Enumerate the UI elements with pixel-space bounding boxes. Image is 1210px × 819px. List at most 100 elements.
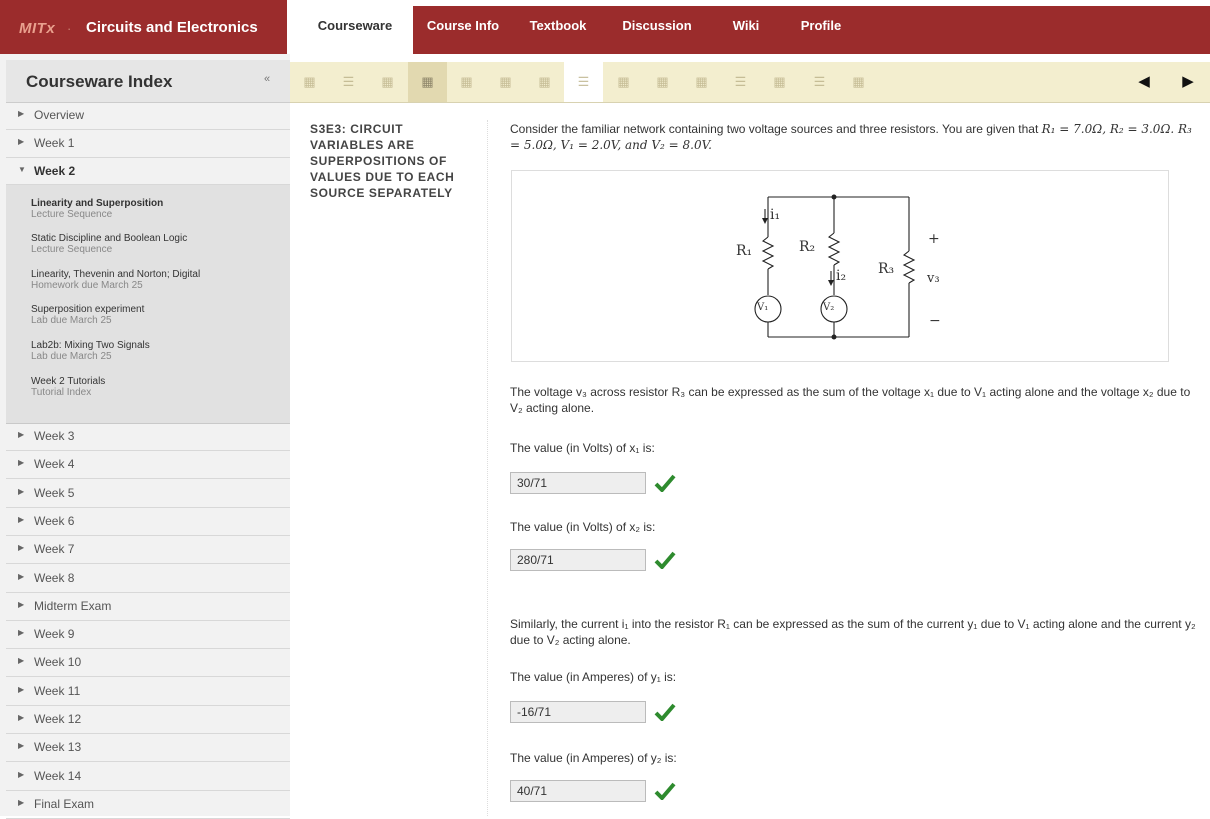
brand-bar: MITx · Circuits and Electronics bbox=[0, 0, 287, 54]
sidebar-item-week-13[interactable]: ▶ Week 13 bbox=[6, 734, 290, 762]
video-icon[interactable]: ▦ bbox=[839, 62, 878, 102]
sidebar-item-label: Week 14 bbox=[34, 769, 82, 783]
video-icon[interactable]: ▦ bbox=[604, 62, 643, 102]
circuit-schematic bbox=[754, 194, 916, 340]
list-icon[interactable]: ☰ bbox=[721, 62, 760, 102]
sidebar-item-week-3[interactable]: ▶ Week 3 bbox=[6, 423, 290, 451]
sequence-subtitle: Homework due March 25 bbox=[31, 280, 143, 291]
tab-wiki[interactable]: Wiki bbox=[711, 6, 781, 48]
sequence-link-tutorials[interactable]: Week 2 Tutorials Tutorial Index bbox=[31, 376, 105, 398]
brand-separator: · bbox=[67, 21, 72, 36]
circuit-diagram: i₁ R₁ R₂ i₂ R₃ + v₃ − V₁ V₂ bbox=[511, 170, 1169, 362]
sidebar-item-label: Midterm Exam bbox=[34, 599, 112, 613]
tab-courseware[interactable]: Courseware bbox=[297, 6, 413, 54]
tab-textbook[interactable]: Textbook bbox=[513, 6, 603, 48]
video-icon[interactable]: ▦ bbox=[525, 62, 564, 102]
chevron-right-icon: ▶ bbox=[18, 600, 25, 609]
chevron-right-icon: ▶ bbox=[18, 543, 25, 552]
sidebar-item-week-7[interactable]: ▶ Week 7 bbox=[6, 536, 290, 564]
sidebar-item-week-8[interactable]: ▶ Week 8 bbox=[6, 565, 290, 593]
sequence-title: Lab2b: Mixing Two Signals bbox=[31, 340, 150, 351]
video-icon[interactable]: ▦ bbox=[682, 62, 721, 102]
answer-input-x1[interactable] bbox=[510, 472, 646, 494]
tab-profile[interactable]: Profile bbox=[781, 6, 861, 48]
list-icon[interactable]: ☰ bbox=[564, 62, 603, 102]
video-icon[interactable]: ▦ bbox=[760, 62, 799, 102]
sidebar-item-week-11[interactable]: ▶ Week 11 bbox=[6, 678, 290, 706]
sidebar-item-label: Week 11 bbox=[34, 684, 81, 698]
sidebar-item-overview[interactable]: ▶ Overview bbox=[6, 102, 290, 130]
question-label-y1: The value (in Amperes) of y₁ is: bbox=[510, 670, 677, 684]
label-v2: V₂ bbox=[823, 302, 835, 313]
answer-input-x2[interactable] bbox=[510, 549, 646, 571]
voltage-description: The voltage v₃ across resistor R₃ can be… bbox=[510, 385, 1191, 415]
video-icon[interactable]: ▦ bbox=[643, 62, 682, 102]
sequence-subtitle: Lab due March 25 bbox=[31, 351, 112, 362]
sequence-link-static-discipline[interactable]: Static Discipline and Boolean Logic Lect… bbox=[31, 233, 187, 255]
tab-course-info[interactable]: Course Info bbox=[413, 6, 513, 48]
label-v1: V₁ bbox=[757, 302, 769, 313]
sidebar-item-week-9[interactable]: ▶ Week 9 bbox=[6, 621, 290, 649]
sidebar-item-label: Week 2 bbox=[34, 164, 76, 178]
chevron-right-icon: ▶ bbox=[18, 685, 25, 694]
question-label-y2: The value (in Amperes) of y₂ is: bbox=[510, 751, 677, 765]
sidebar-item-label: Week 12 bbox=[34, 712, 82, 726]
video-icon[interactable]: ▦ bbox=[486, 62, 525, 102]
chevron-right-icon: ▶ bbox=[18, 458, 25, 467]
sidebar-item-week-1[interactable]: ▶ Week 1 bbox=[6, 130, 290, 158]
chevron-right-icon: ▶ bbox=[18, 741, 25, 750]
sidebar-item-label: Week 4 bbox=[34, 457, 75, 471]
sidebar-item-label: Week 6 bbox=[34, 514, 75, 528]
chevron-right-icon: ▶ bbox=[18, 770, 25, 779]
sidebar-item-label: Week 10 bbox=[34, 655, 82, 669]
answer-input-y2[interactable] bbox=[510, 780, 646, 802]
sidebar-item-week-14[interactable]: ▶ Week 14 bbox=[6, 763, 290, 791]
sequence-link-homework[interactable]: Linearity, Thevenin and Norton; Digital … bbox=[31, 269, 200, 291]
next-arrow-icon[interactable]: ▶ bbox=[1174, 62, 1202, 102]
sidebar-item-label: Week 9 bbox=[34, 627, 75, 641]
video-icon[interactable]: ▦ bbox=[447, 62, 486, 102]
chevron-right-icon: ▶ bbox=[18, 515, 25, 524]
question-label-x1: The value (in Volts) of x₁ is: bbox=[510, 441, 655, 455]
label-minus: − bbox=[929, 313, 941, 329]
sequence-link-superposition-lab[interactable]: Superposition experiment Lab due March 2… bbox=[31, 304, 144, 326]
sidebar-item-final-exam[interactable]: ▶ Final Exam bbox=[6, 791, 290, 819]
list-icon[interactable]: ☰ bbox=[800, 62, 839, 102]
course-nav: Courseware Course Info Textbook Discussi… bbox=[297, 6, 1210, 54]
previous-arrow-icon[interactable]: ◀ bbox=[1130, 62, 1158, 102]
sequence-link-linearity[interactable]: Linearity and Superposition Lecture Sequ… bbox=[31, 198, 163, 220]
collapse-sidebar-icon[interactable]: « bbox=[264, 73, 270, 85]
video-icon[interactable]: ▦ bbox=[368, 62, 407, 102]
sidebar-item-label: Final Exam bbox=[34, 797, 95, 811]
sidebar-item-week-10[interactable]: ▶ Week 10 bbox=[6, 649, 290, 677]
label-i1: i₁ bbox=[770, 207, 781, 223]
content-divider bbox=[487, 120, 488, 816]
mitx-logo[interactable]: MITx bbox=[19, 20, 55, 37]
sequence-nav: ▦ ☰ ▦ ▦ ▦ ▦ ▦ ☰ ▦ ▦ ▦ ☰ ▦ ☰ ▦ ◀ ▶ bbox=[290, 62, 1210, 103]
sequence-title: Static Discipline and Boolean Logic bbox=[31, 233, 188, 244]
chevron-right-icon: ▶ bbox=[18, 798, 25, 807]
correct-check-icon bbox=[654, 551, 676, 569]
sequence-title: Linearity, Thevenin and Norton; Digital bbox=[31, 269, 201, 280]
question-label-x2: The value (in Volts) of x₂ is: bbox=[510, 520, 656, 534]
sidebar-item-week-12[interactable]: ▶ Week 12 bbox=[6, 706, 290, 734]
sidebar-item-week-4[interactable]: ▶ Week 4 bbox=[6, 451, 290, 479]
label-r2: R₂ bbox=[799, 239, 816, 255]
top-bar: MITx · Circuits and Electronics Coursewa… bbox=[0, 0, 1210, 54]
sidebar-item-week-6[interactable]: ▶ Week 6 bbox=[6, 508, 290, 536]
tab-discussion[interactable]: Discussion bbox=[603, 6, 711, 48]
video-icon[interactable]: ▦ bbox=[408, 62, 447, 102]
video-icon[interactable]: ▦ bbox=[290, 62, 329, 102]
list-icon[interactable]: ☰ bbox=[329, 62, 368, 102]
answer-input-y1[interactable] bbox=[510, 701, 646, 723]
chevron-right-icon: ▶ bbox=[18, 109, 25, 118]
chevron-right-icon: ▶ bbox=[18, 137, 25, 146]
label-plus: + bbox=[928, 231, 940, 247]
current-description: Similarly, the current i₁ into the resis… bbox=[510, 617, 1196, 647]
sequence-link-lab2b[interactable]: Lab2b: Mixing Two Signals Lab due March … bbox=[31, 340, 150, 362]
course-title: Circuits and Electronics bbox=[86, 19, 258, 36]
sidebar-item-midterm-exam[interactable]: ▶ Midterm Exam bbox=[6, 593, 290, 621]
sidebar-item-week-2[interactable]: ▼ Week 2 bbox=[6, 158, 290, 185]
sidebar-item-week-5[interactable]: ▶ Week 5 bbox=[6, 480, 290, 508]
sequence-title: Superposition experiment bbox=[31, 304, 145, 315]
